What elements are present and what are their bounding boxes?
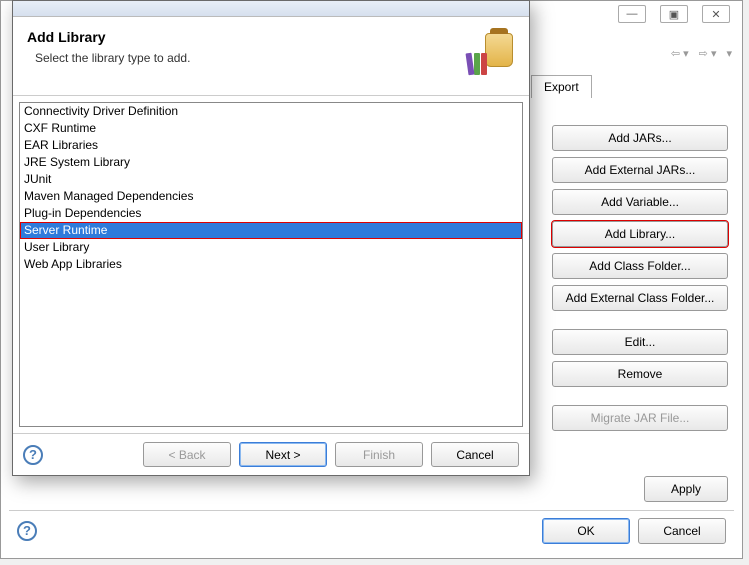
close-button[interactable]: ✕ <box>702 5 730 23</box>
tab-export[interactable]: Export <box>531 75 592 98</box>
library-jar-icon <box>467 29 515 77</box>
menu-dropdown-icon[interactable]: ▾ <box>722 45 736 62</box>
nav-back-icon[interactable]: ⇦ ▾ <box>667 45 693 62</box>
list-item[interactable]: Connectivity Driver Definition <box>20 103 522 120</box>
dialog-footer: ? < Back Next > Finish Cancel <box>13 433 529 475</box>
dialog-header: Add Library Select the library type to a… <box>13 17 529 96</box>
list-item[interactable]: Web App Libraries <box>20 256 522 273</box>
add-class-folder-button[interactable]: Add Class Folder... <box>552 253 728 279</box>
list-item[interactable]: User Library <box>20 239 522 256</box>
dialog-titlebar[interactable] <box>13 1 529 17</box>
library-type-list[interactable]: Connectivity Driver DefinitionCXF Runtim… <box>19 102 523 427</box>
edit-button[interactable]: Edit... <box>552 329 728 355</box>
list-item[interactable]: JUnit <box>20 171 522 188</box>
migrate-jar-button: Migrate JAR File... <box>552 405 728 431</box>
apply-button[interactable]: Apply <box>644 476 728 502</box>
add-variable-button[interactable]: Add Variable... <box>552 189 728 215</box>
apply-row: Apply <box>644 476 728 502</box>
dialog-body: Connectivity Driver DefinitionCXF Runtim… <box>13 96 529 433</box>
back-button: < Back <box>143 442 231 467</box>
list-item[interactable]: JRE System Library <box>20 154 522 171</box>
list-item[interactable]: Server Runtime <box>20 222 522 239</box>
list-item[interactable]: CXF Runtime <box>20 120 522 137</box>
tab-bar: Export <box>531 75 592 98</box>
window-controls: — ▣ ✕ <box>618 5 730 23</box>
dialog-subtitle: Select the library type to add. <box>35 51 190 65</box>
nav-forward-icon[interactable]: ⇨ ▾ <box>695 45 721 62</box>
build-path-buttons: Add JARs... Add External JARs... Add Var… <box>552 125 728 431</box>
ok-button[interactable]: OK <box>542 518 630 544</box>
add-external-class-folder-button[interactable]: Add External Class Folder... <box>552 285 728 311</box>
finish-button: Finish <box>335 442 423 467</box>
add-library-dialog: Add Library Select the library type to a… <box>12 0 530 476</box>
next-button[interactable]: Next > <box>239 442 327 467</box>
help-icon[interactable]: ? <box>17 521 37 541</box>
dialog-cancel-button[interactable]: Cancel <box>431 442 519 467</box>
remove-button[interactable]: Remove <box>552 361 728 387</box>
dialog-title: Add Library <box>27 29 190 45</box>
list-item[interactable]: Plug-in Dependencies <box>20 205 522 222</box>
cancel-button[interactable]: Cancel <box>638 518 726 544</box>
list-item[interactable]: EAR Libraries <box>20 137 522 154</box>
list-item[interactable]: Maven Managed Dependencies <box>20 188 522 205</box>
add-library-button[interactable]: Add Library... <box>552 221 728 247</box>
footer-bar: ? OK Cancel <box>9 510 734 550</box>
add-jars-button[interactable]: Add JARs... <box>552 125 728 151</box>
dialog-help-icon[interactable]: ? <box>23 445 43 465</box>
minimize-button[interactable]: — <box>618 5 646 23</box>
add-external-jars-button[interactable]: Add External JARs... <box>552 157 728 183</box>
maximize-button[interactable]: ▣ <box>660 5 688 23</box>
